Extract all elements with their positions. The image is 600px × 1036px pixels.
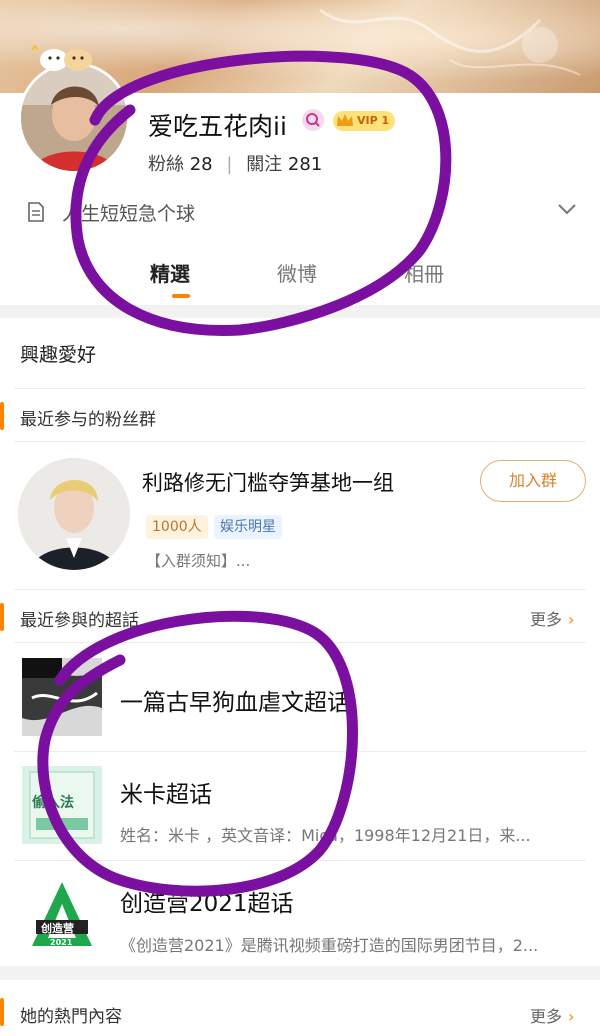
divider: [14, 642, 586, 643]
book-title-text: 偷入法: [32, 795, 74, 811]
active-tab-indicator: [172, 294, 190, 298]
avatar-photo: [21, 65, 127, 171]
section-marker: [0, 998, 4, 1026]
topic-description: 《创造营2021》是腾讯视频重磅打造的国际男团节目，2...: [120, 936, 539, 955]
divider: [14, 589, 586, 590]
group-avatar-photo: [18, 458, 130, 570]
super-topics-title: 最近參與的超話: [20, 611, 139, 631]
topic-title[interactable]: 一篇古早狗血虐文超话: [120, 683, 350, 717]
divider: [14, 441, 586, 442]
topic-thumbnail[interactable]: 创造营 2021: [22, 876, 102, 954]
tab-featured[interactable]: 精選: [150, 258, 190, 287]
tab-weibo[interactable]: 微博: [277, 258, 317, 287]
logo-year: 2021: [50, 938, 73, 947]
follow-count[interactable]: 281: [288, 154, 322, 175]
interests-title: 興趣愛好: [20, 344, 97, 366]
more-label: 更多: [530, 1007, 563, 1026]
follow-label[interactable]: 關注: [246, 154, 282, 175]
section-gap: [0, 966, 600, 980]
join-group-button[interactable]: 加入群: [480, 460, 586, 502]
avatar-pendant-icon: [31, 44, 92, 71]
divider: [14, 751, 586, 752]
topic-thumbnail[interactable]: [22, 658, 102, 736]
search-badge-icon[interactable]: [302, 109, 324, 131]
divider: [14, 860, 586, 861]
stats-divider: |: [226, 154, 233, 175]
fan-groups-title: 最近参与的粉丝群: [20, 410, 156, 430]
section-marker: [0, 402, 4, 430]
member-count-tag: 1000人: [146, 515, 208, 539]
group-avatar[interactable]: [18, 458, 130, 570]
topic-title[interactable]: 米卡超话: [120, 775, 212, 809]
group-notice: 【入群须知】...: [146, 552, 251, 570]
bio-text: 人生短短急个球: [62, 203, 196, 225]
fans-count[interactable]: 28: [190, 154, 213, 175]
vip-label: VIP 1: [357, 114, 390, 127]
topic-thumbnail[interactable]: 偷入法: [22, 766, 102, 844]
logo-text: 创造营: [41, 922, 74, 935]
group-name[interactable]: 利路修无门槛夺笋基地一组: [142, 467, 394, 497]
vip-badge[interactable]: VIP 1: [333, 111, 396, 131]
hot-content-title: 她的熱門內容: [20, 1007, 122, 1027]
profile-tabs: 精選 微博 相冊: [0, 252, 600, 302]
cover-illustration: [319, 8, 581, 76]
bio-row[interactable]: 人生短短急个球: [26, 199, 195, 226]
topic-image: [22, 658, 102, 736]
category-tag: 娱乐明星: [214, 515, 282, 539]
section-marker: [0, 603, 4, 631]
profile-stats: 粉絲 28 | 關注 281: [148, 150, 322, 176]
chevron-right-icon: ›: [568, 1007, 575, 1026]
avatar[interactable]: [18, 62, 130, 174]
divider: [14, 388, 586, 389]
more-label: 更多: [530, 610, 563, 629]
topic-description: 姓名：米卡 ，英文音译：Mica，1998年12月21日，来...: [120, 826, 531, 845]
topic-title[interactable]: 创造营2021超话: [120, 884, 294, 918]
document-icon: [28, 202, 44, 222]
tab-album[interactable]: 相冊: [404, 258, 444, 287]
super-topics-more-link[interactable]: 更多 ›: [530, 606, 574, 630]
profile-name: 爱吃五花肉ii: [148, 112, 287, 141]
chevron-right-icon: ›: [568, 610, 575, 629]
crown-icon: [337, 114, 353, 126]
chevron-down-icon[interactable]: [556, 201, 578, 217]
hot-content-more-link[interactable]: 更多 ›: [530, 1003, 574, 1027]
fans-label[interactable]: 粉絲: [148, 154, 184, 175]
